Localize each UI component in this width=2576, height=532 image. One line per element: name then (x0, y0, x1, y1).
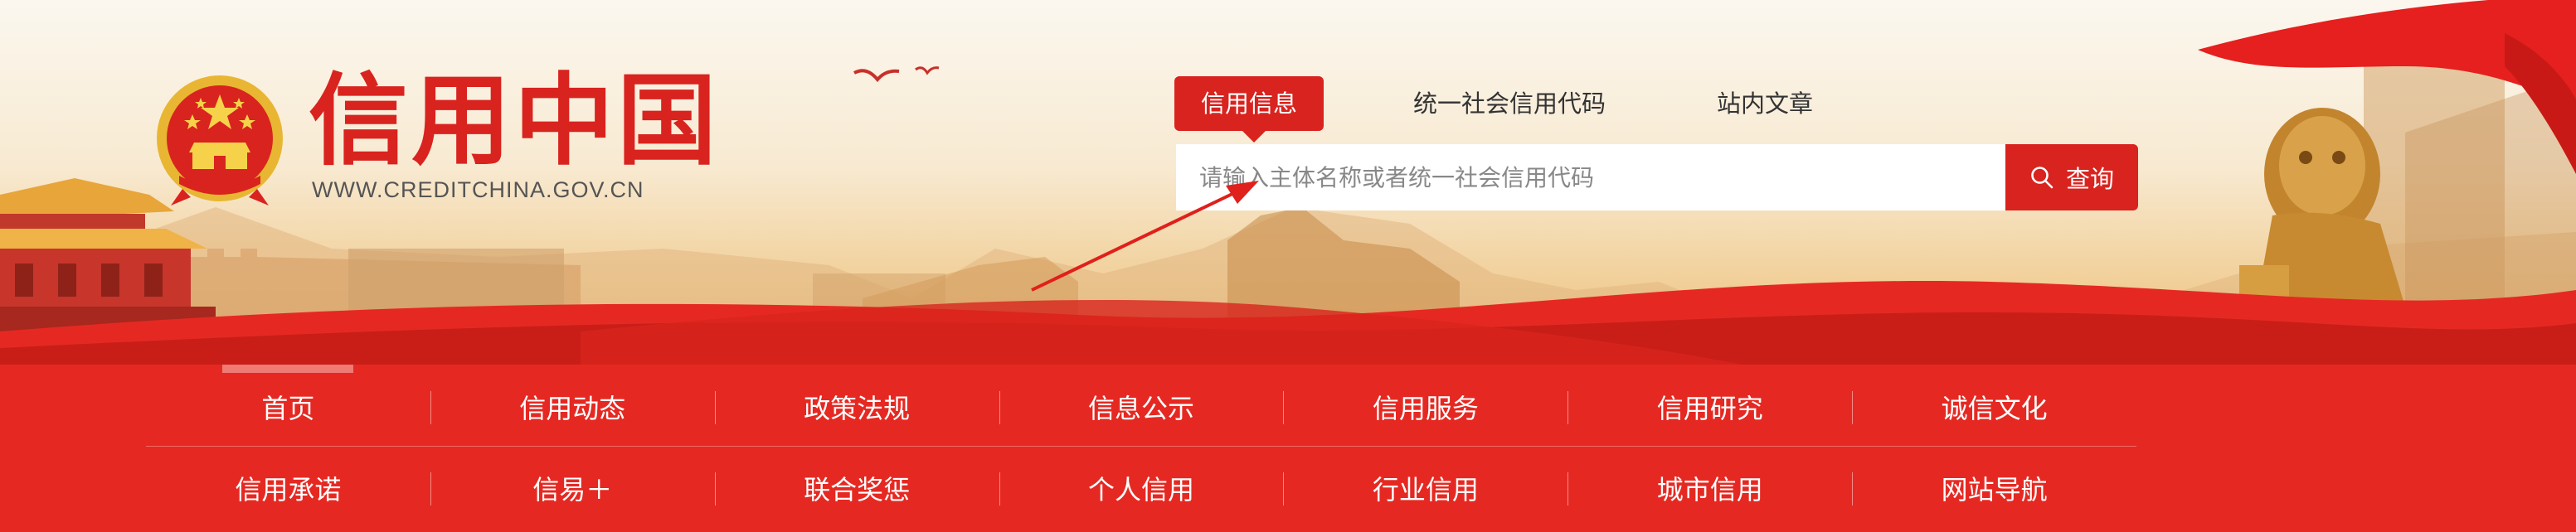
nav-item-credit-services[interactable]: 信用服务 (1283, 366, 1567, 447)
nav-item-industry-credit[interactable]: 行业信用 (1283, 447, 1567, 529)
nav-item-credit-commitment[interactable]: 信用承诺 (146, 447, 430, 529)
annotation-arrow (1031, 181, 1259, 292)
nav-item-integrity-culture[interactable]: 诚信文化 (1852, 366, 2136, 447)
nav-item-personal-credit[interactable]: 个人信用 (999, 447, 1284, 529)
nav-row-1: 首页 信用动态 政策法规 信息公示 信用服务 信用研究 诚信文化 (146, 366, 2136, 447)
nav-item-home[interactable]: 首页 (146, 366, 430, 447)
nav-row-2: 信用承诺 信易＋ 联合奖惩 个人信用 行业信用 城市信用 网站导航 (146, 447, 2136, 529)
nav-item-info-disclosure[interactable]: 信息公示 (999, 366, 1284, 447)
header-banner: 信用中国 WWW.CREDITCHINA.GOV.CN 信用信息 统一社会信用代… (0, 0, 2576, 365)
nav-item-xinyi-plus[interactable]: 信易＋ (430, 447, 715, 529)
nav-item-policy[interactable]: 政策法规 (714, 366, 999, 447)
nav-item-credit-news[interactable]: 信用动态 (430, 366, 715, 447)
nav-item-credit-research[interactable]: 信用研究 (1567, 366, 1852, 447)
nav-item-joint-rewards[interactable]: 联合奖惩 (714, 447, 999, 529)
nav-item-site-map[interactable]: 网站导航 (1852, 447, 2136, 529)
nav-item-city-credit[interactable]: 城市信用 (1567, 447, 1852, 529)
